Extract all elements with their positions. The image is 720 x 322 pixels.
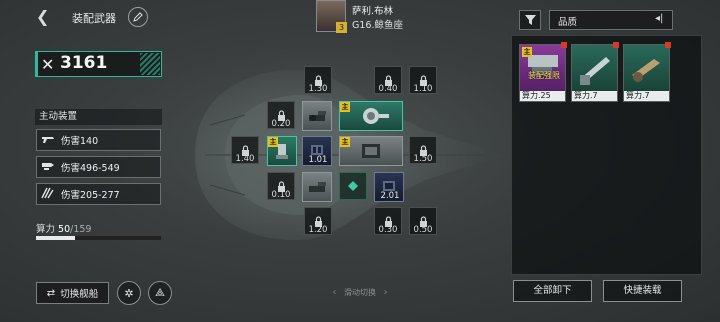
pilot-level-badge: 3 [336,22,347,33]
equipment-card[interactable]: 算力.7 [571,42,619,102]
compute-readout: 算力 50/159 [36,221,91,235]
turret-icon [363,108,389,124]
main-tag: 主 [340,102,350,112]
slot-value: 1.10 [413,84,433,94]
slot-value: 1.01 [308,155,328,165]
card-power: 算力.7 [572,91,617,101]
power-value: 3161 [60,53,108,73]
empty-slot[interactable] [339,172,367,200]
formation-button[interactable]: ⟁ [148,281,172,305]
fleet-button[interactable]: ✲ [117,281,141,305]
equipped-weapon-slot[interactable] [302,172,332,202]
slot-value: 1.30 [308,84,328,94]
slot-value: 0.30 [378,225,398,235]
main-tag: 主 [522,47,532,57]
slot-value: 2.01 [380,191,400,201]
new-badge [613,42,619,48]
chevron-right-icon: › [383,287,388,298]
slide-switch-label: 滑动切换 [344,288,376,297]
pilot-ship-name: G16.鲸鱼座 [352,20,403,31]
slot-value: 1.20 [308,225,328,235]
back-button[interactable]: ❮ [36,8,54,26]
heavy-turret-icon [362,144,380,158]
new-badge [665,42,671,48]
slot-value: 1.40 [235,154,255,164]
slot-value: 1.50 [413,154,433,164]
formation-icon: ⟁ [155,286,165,299]
main-tag: 主 [268,137,278,147]
stat-row-laser: 伤害205-277 [36,183,161,205]
edit-button[interactable] [128,7,148,27]
slot-value: 0.20 [271,119,291,129]
unload-all-button[interactable]: 全部卸下 [513,280,592,302]
slot-value: 0.10 [271,190,291,200]
cannon-icon [580,57,610,85]
pilot-name: 萨利.布林 [352,6,394,17]
quick-equip-button[interactable]: 快捷装载 [603,280,682,302]
stat-text: 伤害496-549 [61,163,120,174]
equipment-card[interactable]: 算力.7 [623,42,671,102]
fleet-icon: ✲ [124,286,134,300]
page-title: 装配武器 [72,12,116,25]
cannon-icon [309,111,326,121]
compute-label: 算力 [36,224,56,235]
new-badge [561,42,567,48]
crossed-swords-icon: ✕ [41,55,55,74]
compute-max: 159 [73,224,92,235]
stat-row-missile: 伤害496-549 [36,156,161,178]
main-tag: 主 [340,137,350,147]
gun-icon [41,134,61,147]
pencil-icon [133,12,143,22]
slide-switch-hint[interactable]: ‹ 滑动切换 › [280,285,440,301]
power-stripe-decoration [140,53,160,75]
cannon-icon [632,59,660,82]
chevron-left-icon: ‹ [332,287,337,298]
active-equipment-label: 主动装置 [35,109,162,125]
missile-icon [41,161,61,174]
card-power: 算力.7 [624,91,669,101]
equip-limit-label: 装配强限 [528,71,560,80]
switch-ship-button[interactable]: ⇄ 切换舰船 [36,282,109,304]
compute-bar-fill [36,236,75,240]
sort-order-icon[interactable]: ◂| [655,13,663,24]
laser-icon [41,187,61,202]
switch-ship-label: 切换舰船 [60,289,99,300]
slot-value: 0.50 [413,225,433,235]
compute-current: 50 [58,224,71,235]
swap-icon: ⇄ [46,287,56,299]
stat-row-gun: 伤害140 [36,129,161,151]
diamond-icon [348,181,358,191]
sort-label: 品质 [558,17,578,28]
filter-icon [524,15,536,25]
equipment-card[interactable]: 主 装配强限 算力.25 [519,42,567,102]
card-power: 算力.25 [520,91,565,101]
slot-value: 0.40 [378,84,398,94]
stat-text: 伤害205-277 [61,190,120,201]
cannon-icon [309,182,326,192]
filter-button[interactable] [519,10,541,30]
equipped-weapon-slot[interactable] [302,101,332,131]
stat-text: 伤害140 [61,136,99,147]
